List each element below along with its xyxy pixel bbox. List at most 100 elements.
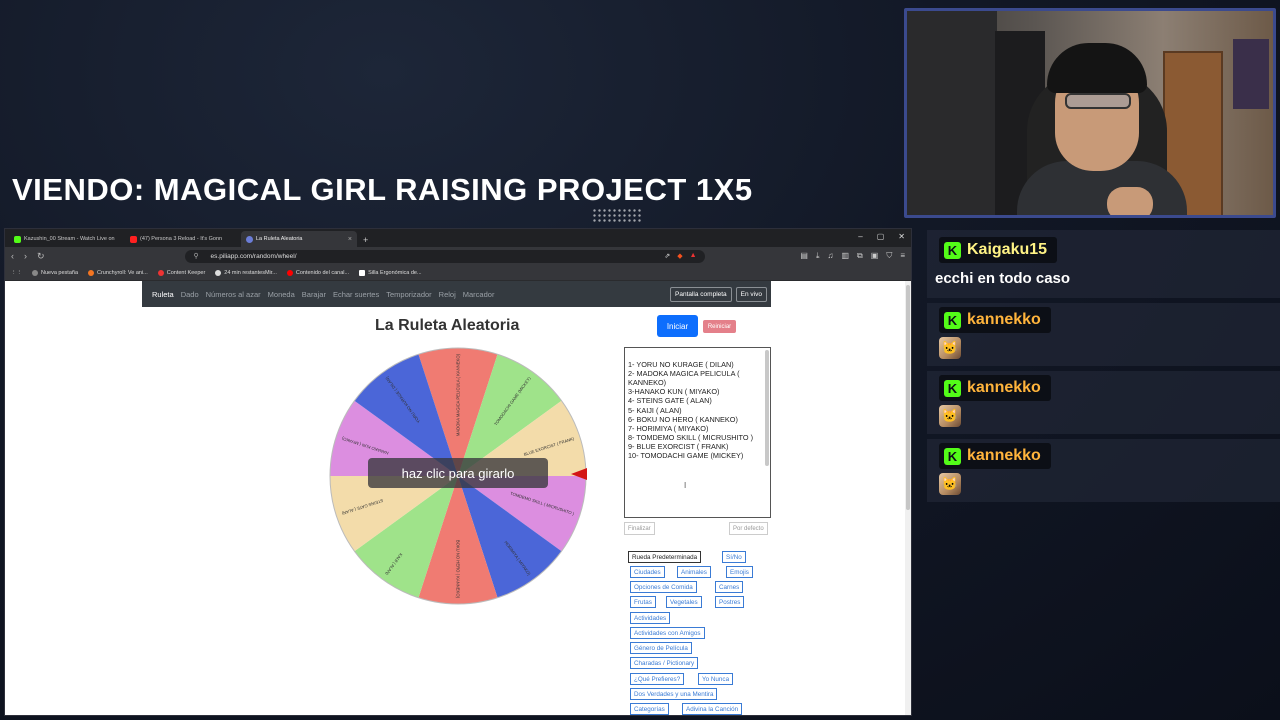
- nav-numeros[interactable]: Números al azar: [206, 290, 261, 299]
- brave-shield-icon[interactable]: ◆: [677, 252, 682, 260]
- preset-meats[interactable]: Carnes: [715, 581, 744, 593]
- kick-badge-icon: K: [944, 447, 961, 465]
- chat-username: kannekko: [967, 311, 1041, 328]
- spin-prompt[interactable]: haz clic para girarlo: [368, 458, 548, 488]
- nav-echar-suertes[interactable]: Echar suertes: [333, 290, 379, 299]
- preset-categories[interactable]: Categorías: [630, 703, 669, 715]
- download-icon[interactable]: ⤓: [816, 251, 820, 261]
- new-tab-plus-icon[interactable]: +: [357, 235, 374, 247]
- preset-cities[interactable]: Ciudades: [630, 566, 665, 578]
- preset-vegetables[interactable]: Vegetales: [666, 596, 702, 608]
- webcam-person-hair: [1047, 43, 1147, 93]
- preset-desserts[interactable]: Postres: [715, 596, 745, 608]
- preset-activities-friends[interactable]: Actividades con Amigos: [630, 627, 705, 639]
- preset-fruits[interactable]: Frutas: [630, 596, 656, 608]
- finish-button[interactable]: Finalizar: [624, 522, 655, 535]
- close-tab-icon[interactable]: ×: [348, 236, 352, 243]
- wheel-segment-label: BOKU NO HERO ( KANNEKO): [456, 540, 461, 599]
- piliapp-favicon-icon: [246, 235, 253, 243]
- wallet-icon[interactable]: ▣: [871, 251, 879, 261]
- preset-movie-genre[interactable]: Género de Película: [630, 642, 692, 654]
- bookmark-item[interactable]: Silla Ergonómica de...: [359, 269, 422, 276]
- url-text: es.piliapp.com/random/wheel/: [210, 252, 297, 260]
- nav-temporizador[interactable]: Temporizador: [386, 290, 431, 299]
- tab-label: Kazushin_00 Stream - Watch Live on: [24, 236, 115, 242]
- entries-textarea[interactable]: 1- YORU NO KURAGE ( DILAN) 2- MADOKA MAG…: [624, 347, 771, 518]
- preset-would-you-rather[interactable]: ¿Qué Prefieres?: [630, 673, 685, 685]
- nav-dado[interactable]: Dado: [181, 290, 199, 299]
- nav-reloj[interactable]: Reloj: [439, 290, 456, 299]
- menu-icon[interactable]: ≡: [900, 251, 905, 261]
- browser-toolbar: ‹ › ↻ ⚲ es.piliapp.com/random/wheel/ ⇗ ◆…: [5, 247, 911, 265]
- bookmark-favicon-icon: [32, 269, 38, 276]
- vpn-icon[interactable]: ⛉: [886, 251, 892, 261]
- preset-food[interactable]: Opciones de Comida: [630, 581, 697, 593]
- youtube-favicon-icon: [130, 235, 137, 243]
- back-arrow-icon[interactable]: ‹: [11, 251, 14, 261]
- panel-icon[interactable]: ▥: [841, 251, 849, 261]
- maximize-icon[interactable]: ▢: [877, 232, 885, 241]
- cat-emote-icon: 🐱: [939, 473, 961, 495]
- minimize-icon[interactable]: –: [858, 232, 862, 241]
- chat-username: kannekko: [967, 379, 1041, 396]
- preset-emojis[interactable]: Emojis: [726, 566, 753, 578]
- reload-icon[interactable]: ↻: [37, 251, 45, 262]
- nav-ruleta[interactable]: Ruleta: [152, 290, 174, 299]
- tab-label: (47) Persona 3 Reload - It's Gonn: [140, 236, 223, 242]
- bookmark-item[interactable]: Contenido del canal...: [286, 269, 349, 276]
- start-button[interactable]: Iniciar: [657, 315, 698, 337]
- bookmark-item[interactable]: Nueva pestaña: [32, 269, 78, 276]
- webcam-wall: [907, 11, 997, 215]
- bookmark-label: Silla Ergonómica de...: [368, 269, 422, 276]
- bookmark-favicon-icon: [157, 269, 164, 276]
- nav-barajar[interactable]: Barajar: [302, 290, 326, 299]
- textarea-scrollbar[interactable]: [765, 350, 769, 466]
- chat-user-tag: K kannekko: [939, 443, 1051, 469]
- tab-youtube-persona[interactable]: (47) Persona 3 Reload - It's Gonn: [125, 231, 241, 247]
- bookmark-item[interactable]: Crunchyroll: Ve ani...: [88, 269, 148, 276]
- preset-never-have-i[interactable]: Yo Nunca: [698, 673, 734, 685]
- live-button[interactable]: En vivo: [735, 286, 767, 302]
- bookmarks-bar: ⋮⋮ Nueva pestaña Crunchyroll: Ve ani... …: [5, 265, 911, 281]
- address-bar[interactable]: ⚲ es.piliapp.com/random/wheel/ ⇗ ◆ ▲: [184, 249, 705, 263]
- tab-kick-stream[interactable]: Kazushin_00 Stream - Watch Live on: [9, 231, 125, 247]
- preset-guess-song[interactable]: Adivina la Canción: [682, 703, 743, 715]
- preset-animals[interactable]: Animales: [677, 566, 711, 578]
- bookmark-label: Content Keeper: [166, 269, 206, 276]
- bookmark-item[interactable]: 24 min restantesMir...: [215, 269, 277, 276]
- webcam-poster: [1233, 39, 1269, 109]
- fullscreen-button[interactable]: Pantalla completa: [670, 286, 732, 302]
- crunchyroll-favicon-icon: [88, 269, 94, 276]
- nav-marcador[interactable]: Marcador: [463, 290, 495, 299]
- bookmark-favicon-icon: [359, 269, 366, 276]
- bookmark-item[interactable]: Content Keeper: [157, 269, 206, 276]
- toolbar-icons: ▤ ⤓ ♫ ▥ ⧉ ▣ ⛉ ≡: [800, 251, 905, 261]
- sidebar-icon[interactable]: ▤: [800, 251, 808, 261]
- tab-ruleta[interactable]: La Ruleta Aleatoria ×: [241, 231, 357, 247]
- nav-moneda[interactable]: Moneda: [268, 290, 295, 299]
- preset-activities[interactable]: Actividades: [630, 612, 671, 624]
- share-icon[interactable]: ⇗: [664, 252, 670, 260]
- preset-default-wheel[interactable]: Rueda Predeterminada: [628, 551, 702, 563]
- chat-user-tag: K Kaigaku15: [939, 237, 1058, 263]
- reset-button[interactable]: Reiniciar: [703, 320, 736, 333]
- forward-arrow-icon[interactable]: ›: [24, 251, 27, 261]
- wheel-segment-label: MADOKA MAGICA PELICULA ( KANNEKO): [456, 353, 461, 436]
- webcam-person-glasses: [1065, 93, 1131, 109]
- preset-yes-no[interactable]: Sí/No: [722, 551, 746, 563]
- kick-badge-icon: K: [944, 311, 961, 329]
- extensions-icon[interactable]: ⧉: [857, 251, 863, 261]
- page-scrollbar-thumb[interactable]: [906, 285, 910, 510]
- apps-grid-icon[interactable]: ⋮⋮: [11, 270, 22, 276]
- preset-two-truths[interactable]: Dos Verdades y una Mentira: [630, 688, 718, 700]
- page-scrollbar[interactable]: [905, 281, 911, 715]
- close-window-icon[interactable]: ✕: [898, 232, 905, 241]
- media-icon[interactable]: ♫: [827, 251, 833, 261]
- youtube-favicon-icon: [286, 269, 293, 276]
- brave-rewards-icon[interactable]: ▲: [690, 252, 697, 260]
- web-page: Ruleta Dado Números al azar Moneda Baraj…: [5, 281, 911, 715]
- site-info-icon[interactable]: ⚲: [194, 252, 199, 260]
- address-actions: ⇗ ◆ ▲: [664, 252, 696, 260]
- default-button[interactable]: Por defecto: [729, 522, 768, 535]
- preset-charades[interactable]: Charadas / Pictionary: [630, 657, 699, 669]
